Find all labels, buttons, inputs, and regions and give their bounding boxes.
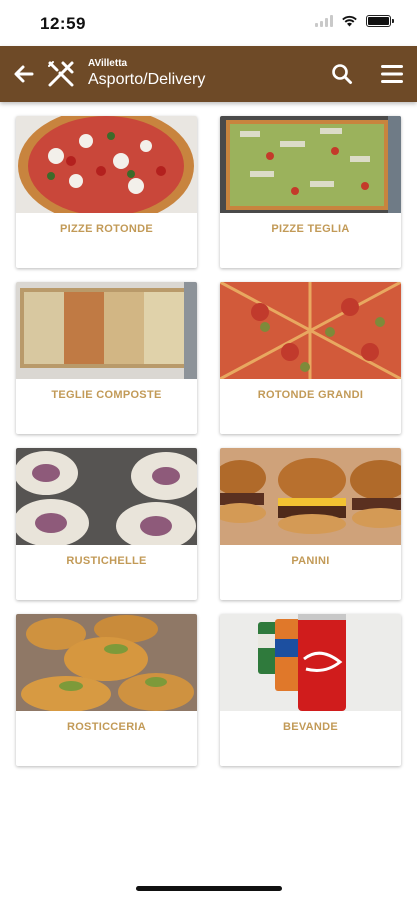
category-card-pizze-rotonde[interactable]: PIZZE ROTONDE <box>16 116 197 268</box>
burger-photo <box>220 448 401 545</box>
app-header: AVilletta Asporto/Delivery <box>0 46 417 102</box>
category-label: PIZZE ROTONDE <box>60 223 153 235</box>
menu-button[interactable] <box>380 62 404 86</box>
hamburger-menu-icon <box>381 65 403 83</box>
category-label: PANINI <box>291 555 330 567</box>
category-card-rotonde-grandi[interactable]: ROTONDE GRANDI <box>220 282 401 434</box>
arrow-left-icon <box>14 65 34 83</box>
status-icons <box>315 15 394 27</box>
header-title: Asporto/Delivery <box>88 71 206 88</box>
tray-pizza-photo <box>220 116 401 213</box>
header-title-block: AVilletta Asporto/Delivery <box>88 58 205 90</box>
category-grid: PIZZE ROTONDE PIZZE TEGLIA TEGLIE COMPOS… <box>16 116 402 766</box>
round-pizza-photo <box>16 116 197 213</box>
category-label: BEVANDE <box>282 721 339 733</box>
category-label: PIZZE TEGLIA <box>271 223 350 235</box>
arancini-photo <box>16 614 197 711</box>
category-card-rustichelle[interactable]: RUSTICHELLE <box>16 448 197 600</box>
rustichelle-photo <box>16 448 197 545</box>
composite-tray-photo <box>16 282 197 379</box>
category-label: TEGLIE COMPOSTE <box>51 389 162 401</box>
category-label: RUSTICHELLE <box>66 555 147 567</box>
search-icon <box>332 64 352 84</box>
battery-icon <box>366 15 394 27</box>
status-bar: 12:59 <box>0 0 417 46</box>
header-subtitle: AVilletta <box>88 58 128 69</box>
category-card-pizze-teglia[interactable]: PIZZE TEGLIA <box>220 116 401 268</box>
home-indicator <box>136 886 282 891</box>
large-round-pizza-photo <box>220 282 401 379</box>
category-label: ROSTICCERIA <box>66 721 147 733</box>
search-button[interactable] <box>330 62 354 86</box>
category-card-bevande[interactable]: BEVANDE <box>220 614 401 766</box>
category-card-teglie-composte[interactable]: TEGLIE COMPOSTE <box>16 282 197 434</box>
category-card-panini[interactable]: PANINI <box>220 448 401 600</box>
fork-knife-icon <box>46 59 76 89</box>
category-card-rosticceria[interactable]: ROSTICCERIA <box>16 614 197 766</box>
cellular-signal-icon <box>315 15 333 27</box>
wifi-icon <box>342 15 357 27</box>
status-time: 12:59 <box>40 14 86 33</box>
soda-cans-photo <box>220 614 401 711</box>
back-button[interactable] <box>12 62 36 86</box>
category-label: ROTONDE GRANDI <box>257 389 364 401</box>
